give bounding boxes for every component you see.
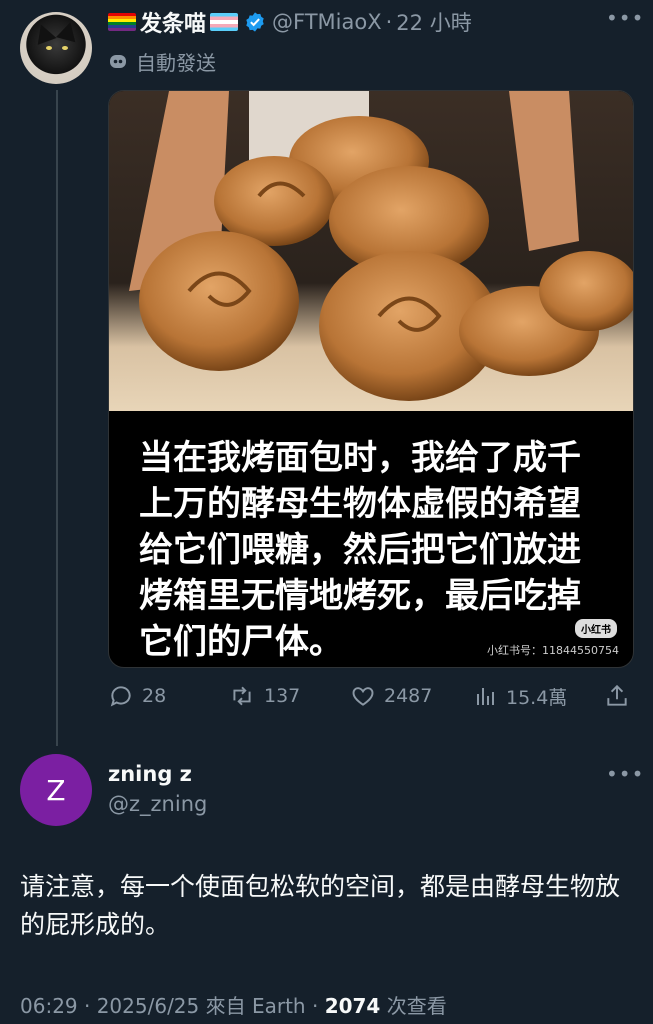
retweet-icon [233,686,251,706]
share-icon [607,684,627,706]
avatar-letter: Z [46,773,66,807]
views-button[interactable]: 15.4萬 [474,680,567,712]
reply-more-options-icon[interactable]: ••• [606,762,644,786]
bread-illustration [129,91,633,401]
author-name[interactable]: 发条喵 [140,6,206,38]
author-avatar[interactable] [20,12,92,84]
cat-eye [62,46,68,50]
retweet-button[interactable]: 137 [228,680,300,712]
thread-line [56,90,58,746]
reply-icon [110,686,131,707]
bot-icon [110,55,126,68]
cat-ear [56,19,80,43]
reply-timestamp[interactable]: 06:29 · 2025/6/25 來自 Earth · [20,994,325,1018]
caption-line: 烤箱里无情地烤死，最后吃掉 [139,576,581,616]
cat-ear [31,21,57,45]
reply-view-suffix: 次查看 [380,994,447,1018]
author-handle[interactable]: @FTMiaoX [272,10,382,34]
tweet-time[interactable]: 22 小時 [396,7,471,37]
caption-line: 当在我烤面包时，我给了成千 [139,438,581,478]
reply-button[interactable]: 28 [108,680,166,712]
caption-line: 上万的酵母生物体虚假的希望 [139,484,581,524]
watermark-id: 小红书号：11844550754 [487,644,619,657]
image-caption: 当在我烤面包时，我给了成千 上万的酵母生物体虚假的希望 给它们喂糖，然后把它们放… [139,435,609,665]
analytics-icon [477,688,494,705]
reply-avatar[interactable]: Z [20,754,92,826]
rainbow-flag-icon [108,13,136,31]
cat-eye [46,46,52,50]
share-button[interactable] [604,680,638,712]
heart-icon [352,687,374,706]
automated-label-text: 自動發送 [136,50,216,75]
verified-badge-icon [246,12,264,32]
reply-view-count: 2074 [324,994,381,1018]
bread-photo [109,91,633,411]
tweet-header: 发条喵 @FTMiaoX · 22 小時 [108,6,472,38]
reply-author-handle[interactable]: @z_zning [108,792,207,816]
tweet-actions: 28 137 2487 15.4萬 [108,680,632,712]
like-count: 2487 [384,685,433,707]
retweet-count: 137 [264,685,301,707]
reply-text: 请注意，每一个使面包松软的空间，都是由酵母生物放的屁形成的。 [20,872,621,939]
transgender-flag-icon [210,13,239,31]
caption-line: 给它们喂糖，然后把它们放进 [139,530,581,570]
tweet-image[interactable]: 当在我烤面包时，我给了成千 上万的酵母生物体虚假的希望 给它们喂糖，然后把它们放… [108,90,634,668]
automated-label: 自動發送 [108,46,216,76]
reply-meta: 06:29 · 2025/6/25 來自 Earth · 2074 次查看 [20,990,447,1019]
watermark-logo: 小红书 [575,619,617,638]
reply-count: 28 [142,685,167,707]
view-count: 15.4萬 [506,686,568,709]
more-options-icon[interactable]: ••• [606,6,644,30]
separator-dot: · [385,10,393,34]
like-button[interactable]: 2487 [350,680,432,712]
reply-author-name[interactable]: zning z [108,762,192,786]
